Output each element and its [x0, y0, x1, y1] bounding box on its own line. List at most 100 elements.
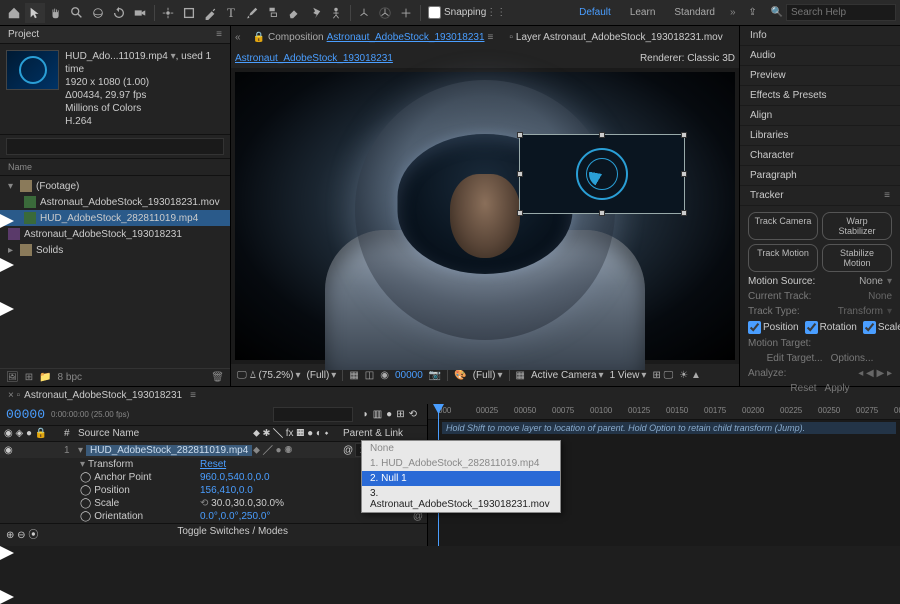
view-layout-dropdown[interactable]: 1 View ▾ — [610, 370, 647, 381]
dropdown-option-3[interactable]: 3. Astronaut_AdobeStock_193018231.mov — [362, 486, 560, 512]
timecode-display[interactable]: 00000 — [395, 370, 423, 381]
share-icon[interactable]: ⇪ — [743, 3, 763, 23]
track-camera-button[interactable]: Track Camera — [748, 212, 818, 240]
selected-layer-bounds[interactable] — [519, 134, 685, 214]
workspace-learn[interactable]: Learn — [622, 5, 664, 20]
hand-tool-icon[interactable] — [46, 3, 66, 23]
rotation-tool-icon[interactable] — [109, 3, 129, 23]
scale-checkbox[interactable]: Scale — [863, 321, 900, 334]
reset-link[interactable]: Reset — [200, 459, 226, 470]
delete-icon[interactable]: 🗑 — [211, 372, 224, 383]
motion-source-dropdown[interactable]: None — [859, 276, 883, 287]
panel-menu-icon[interactable]: ≡ — [216, 29, 222, 40]
stabilize-motion-button[interactable]: Stabilize Motion — [822, 244, 892, 272]
panel-tracker[interactable]: Tracker≡ — [740, 186, 900, 206]
puppet-tool-icon[interactable] — [326, 3, 346, 23]
stopwatch-icon[interactable]: ◯ — [80, 498, 91, 509]
resolution-dropdown2[interactable]: (Full) ▾ — [473, 370, 503, 381]
magnification-ratio[interactable]: 🖵 ꕔ (75.2%) ▾ — [237, 370, 301, 381]
roto-tool-icon[interactable] — [305, 3, 325, 23]
view-options-icon[interactable]: ⊞ 🖵 — [652, 370, 673, 381]
brainstorm-icon[interactable]: ⟲ — [409, 409, 417, 420]
frameblend-icon[interactable]: ▥ — [373, 409, 382, 420]
workspace-default[interactable]: Default — [571, 5, 619, 20]
asset-astronaut-mov[interactable]: Astronaut_AdobeStock_193018231.mov — [0, 194, 230, 210]
panel-effects[interactable]: Effects & Presets — [740, 86, 900, 106]
viewport[interactable]: Active Camera — [235, 72, 735, 360]
snapping-toggle[interactable]: Snapping — [428, 6, 486, 19]
project-tab[interactable]: Project — [8, 29, 39, 40]
panel-libraries[interactable]: Libraries — [740, 126, 900, 146]
panel-character[interactable]: Character — [740, 146, 900, 166]
color-mgmt-icon[interactable]: 🎨 — [454, 370, 466, 381]
panel-info[interactable]: Info — [740, 26, 900, 46]
timeline-search[interactable] — [273, 407, 353, 422]
timeline-tab[interactable]: Astronaut_AdobeStock_193018231 — [24, 390, 182, 401]
graph-icon[interactable]: ⊞ — [396, 409, 404, 420]
type-tool-icon[interactable]: T — [221, 3, 241, 23]
renderer-dropdown[interactable]: Classic 3D — [687, 53, 735, 64]
zoom-tool-icon[interactable] — [67, 3, 87, 23]
position-checkbox[interactable]: Position — [748, 321, 799, 334]
visibility-icon[interactable]: ◉ — [4, 445, 13, 456]
tab-close-icon[interactable]: ≡ — [190, 390, 196, 401]
channel-icon[interactable]: ◉ — [380, 370, 389, 381]
orbit-tool-icon[interactable] — [88, 3, 108, 23]
roi-icon[interactable]: ◫ — [365, 370, 374, 381]
axis-local-icon[interactable] — [354, 3, 374, 23]
tab-nav-icon[interactable]: « — [235, 32, 241, 43]
brush-tool-icon[interactable] — [242, 3, 262, 23]
camera-tool-icon[interactable] — [130, 3, 150, 23]
warp-stabilizer-button[interactable]: Warp Stabilizer — [822, 212, 892, 240]
3d-view-dropdown[interactable]: Active Camera ▾ — [531, 370, 604, 381]
search-help-input[interactable] — [786, 4, 896, 21]
folder-footage[interactable]: ▾(Footage) — [0, 178, 230, 194]
panel-preview[interactable]: Preview — [740, 66, 900, 86]
workspace-standard[interactable]: Standard — [666, 5, 723, 20]
asset-hud-mp4[interactable]: HUD_AdobeStock_282811019.mp4 — [0, 210, 230, 226]
dropdown-option-2[interactable]: 2. Null 1 — [362, 471, 560, 486]
selection-tool-icon[interactable] — [25, 3, 45, 23]
expand-icon[interactable]: ⊕ ⊖ ⦿ — [6, 526, 38, 541]
stopwatch-icon[interactable]: ◯ — [80, 511, 91, 522]
breadcrumb[interactable]: Astronaut_AdobeStock_193018231 — [235, 53, 393, 64]
clone-tool-icon[interactable] — [263, 3, 283, 23]
folder-solids[interactable]: ▸Solids — [0, 242, 230, 258]
pickwhip-icon[interactable]: @ — [343, 445, 353, 456]
snap-options-icon[interactable]: ⋮⋮ — [486, 3, 506, 23]
name-column-header[interactable]: Name — [0, 159, 230, 176]
resolution-dropdown[interactable]: (Full) ▾ — [307, 370, 337, 381]
layer-tab[interactable]: ▫ Layer Astronaut_AdobeStock_193018231.m… — [505, 30, 726, 45]
track-motion-button[interactable]: Track Motion — [748, 244, 818, 272]
stopwatch-icon[interactable]: ◯ — [80, 472, 91, 483]
current-time[interactable]: 00000 — [6, 407, 45, 422]
project-search-input[interactable] — [6, 138, 224, 155]
new-folder-icon[interactable]: 📁 — [39, 372, 51, 383]
comp-astronaut[interactable]: Astronaut_AdobeStock_193018231 — [0, 226, 230, 242]
composition-tab[interactable]: 🔒Composition Astronaut_AdobeStock_193018… — [249, 30, 498, 45]
toggle-switches-button[interactable]: Toggle Switches / Modes — [44, 526, 421, 541]
pen-tool-icon[interactable] — [200, 3, 220, 23]
exposure-icon[interactable]: ☀ ▲ — [679, 370, 701, 381]
interpret-footage-icon[interactable]: 🖼 — [6, 372, 19, 383]
axis-view-icon[interactable] — [396, 3, 416, 23]
panel-paragraph[interactable]: Paragraph — [740, 166, 900, 186]
new-comp-icon[interactable]: ⊞ — [25, 372, 33, 383]
shape-tool-icon[interactable] — [179, 3, 199, 23]
home-icon[interactable] — [4, 3, 24, 23]
snapshot-icon[interactable]: 📷 — [429, 370, 441, 381]
camera-view-icon[interactable]: ▦ — [516, 370, 525, 381]
motionblur-icon[interactable]: ● — [386, 409, 392, 420]
workspace-overflow-icon[interactable]: » — [730, 7, 736, 18]
shy-icon[interactable]: ◗ — [363, 409, 369, 420]
panel-align[interactable]: Align — [740, 106, 900, 126]
pan-behind-tool-icon[interactable] — [158, 3, 178, 23]
stopwatch-icon[interactable]: ◯ — [80, 485, 91, 496]
panel-audio[interactable]: Audio — [740, 46, 900, 66]
dropdown-option-1[interactable]: 1. HUD_AdobeStock_282811019.mp4 — [362, 456, 560, 471]
dropdown-option-none[interactable]: None — [362, 441, 560, 456]
time-ruler[interactable]: 0000002500050000750010000125001500017500… — [428, 404, 900, 420]
rotation-checkbox[interactable]: Rotation — [805, 321, 857, 334]
axis-world-icon[interactable] — [375, 3, 395, 23]
bpc-toggle[interactable]: 8 bpc — [58, 372, 82, 383]
